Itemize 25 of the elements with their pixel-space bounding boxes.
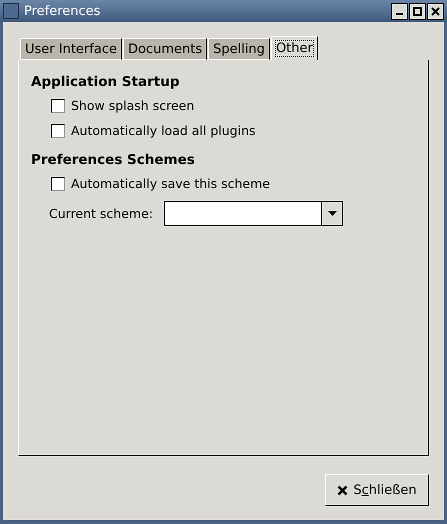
checkbox-label: Automatically save this scheme	[71, 176, 270, 191]
close-button[interactable]	[427, 2, 444, 20]
close-dialog-button[interactable]: Schließen	[325, 474, 429, 506]
tab[interactable]: User Interface	[20, 38, 122, 60]
maximize-icon	[413, 6, 422, 16]
checkbox-label: Show splash screen	[71, 98, 194, 113]
checkbox[interactable]	[51, 98, 65, 112]
section-heading: Preferences Schemes	[31, 152, 196, 168]
minimize-button[interactable]	[391, 2, 408, 20]
close-icon	[337, 484, 348, 496]
maximize-button[interactable]	[409, 2, 426, 20]
window-title: Preferences	[24, 4, 102, 18]
tab[interactable]: Documents	[122, 38, 208, 60]
tab[interactable]: Spelling	[208, 38, 270, 60]
minimize-icon	[396, 13, 403, 15]
checkbox[interactable]	[51, 176, 65, 190]
checkbox-label: Automatically load all plugins	[71, 123, 256, 138]
field-label: Current scheme:	[49, 206, 153, 221]
window-icon	[3, 3, 19, 19]
close-icon	[431, 6, 440, 16]
section-heading: Application Startup	[31, 74, 180, 90]
scheme-combo-field[interactable]	[164, 201, 343, 226]
tab[interactable]: Other	[270, 36, 318, 60]
checkbox[interactable]	[51, 124, 65, 138]
dropdown-arrow-icon	[328, 211, 336, 216]
